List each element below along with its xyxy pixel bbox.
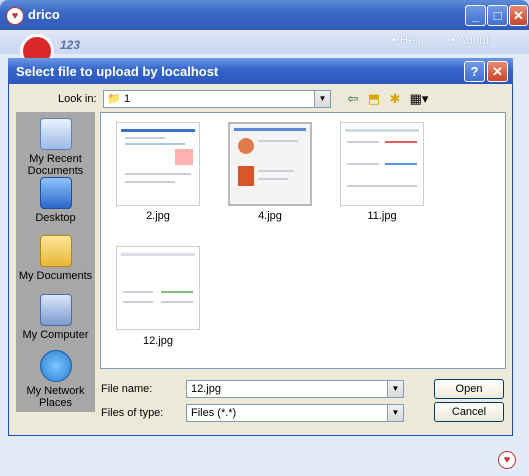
file-item-4jpg[interactable]: [228, 122, 312, 206]
file-type-value: Files (*.*): [191, 407, 237, 419]
help-link[interactable]: • Help: [392, 33, 424, 47]
back-icon[interactable]: ⇦: [345, 90, 361, 108]
file-name-field-label: File name:: [101, 383, 153, 395]
brand-name: 123: [60, 38, 81, 52]
look-in-label: Look in:: [58, 93, 97, 105]
file-item-12jpg[interactable]: [116, 246, 200, 330]
file-type-field-label: Files of type:: [101, 407, 164, 419]
look-in-value: 1: [124, 93, 131, 105]
place-network-places[interactable]: My Network Places: [16, 350, 95, 409]
place-desktop[interactable]: Desktop: [16, 177, 95, 224]
app-title: drico: [28, 7, 60, 22]
folder-icon: 📁: [107, 93, 121, 105]
chevron-down-icon[interactable]: ▼: [387, 405, 403, 421]
file-name-value: 12.jpg: [191, 383, 221, 395]
chevron-down-icon[interactable]: ▼: [314, 91, 330, 107]
app-footer: [0, 444, 529, 476]
close-button[interactable]: ✕: [509, 5, 528, 26]
maximize-button[interactable]: □: [487, 5, 508, 26]
about-link[interactable]: • About: [451, 33, 489, 47]
look-in-dropdown[interactable]: 📁 1 ▼: [103, 90, 331, 108]
new-folder-icon[interactable]: ✱: [386, 90, 404, 108]
up-folder-icon[interactable]: ⬒: [365, 90, 383, 108]
file-name-label: 11.jpg: [367, 210, 397, 222]
view-menu-icon[interactable]: ▦▾: [407, 90, 431, 108]
chevron-down-icon[interactable]: ▼: [387, 381, 403, 397]
dialog-close-button[interactable]: ✕: [487, 61, 508, 82]
minimize-button[interactable]: _: [465, 5, 486, 26]
footer-logo-icon: ♥: [498, 451, 516, 469]
app-titlebar[interactable]: [0, 0, 529, 30]
desktop-icon: [39, 177, 72, 209]
recent-documents-icon: [39, 118, 72, 150]
app-logo-icon: ♥: [6, 7, 24, 25]
place-my-documents[interactable]: My Documents: [16, 235, 95, 282]
network-places-icon: [39, 350, 72, 382]
open-button[interactable]: Open: [434, 379, 504, 399]
place-my-computer[interactable]: My Computer: [16, 294, 95, 341]
my-computer-icon: [39, 294, 72, 326]
file-name-label: 12.jpg: [143, 335, 173, 347]
my-documents-icon: [39, 235, 72, 267]
file-item-2jpg[interactable]: [116, 122, 200, 206]
dialog-help-button[interactable]: ?: [464, 61, 485, 82]
file-item-11jpg[interactable]: [340, 122, 424, 206]
file-type-select[interactable]: Files (*.*) ▼: [186, 404, 404, 422]
file-name-label: 2.jpg: [146, 210, 170, 222]
dialog-title: Select file to upload by localhost: [16, 64, 219, 79]
cancel-button[interactable]: Cancel: [434, 402, 504, 422]
file-name-field[interactable]: 12.jpg ▼: [186, 380, 404, 398]
file-name-label: 4.jpg: [258, 210, 282, 222]
place-recent-documents[interactable]: My Recent Documents: [16, 118, 95, 177]
